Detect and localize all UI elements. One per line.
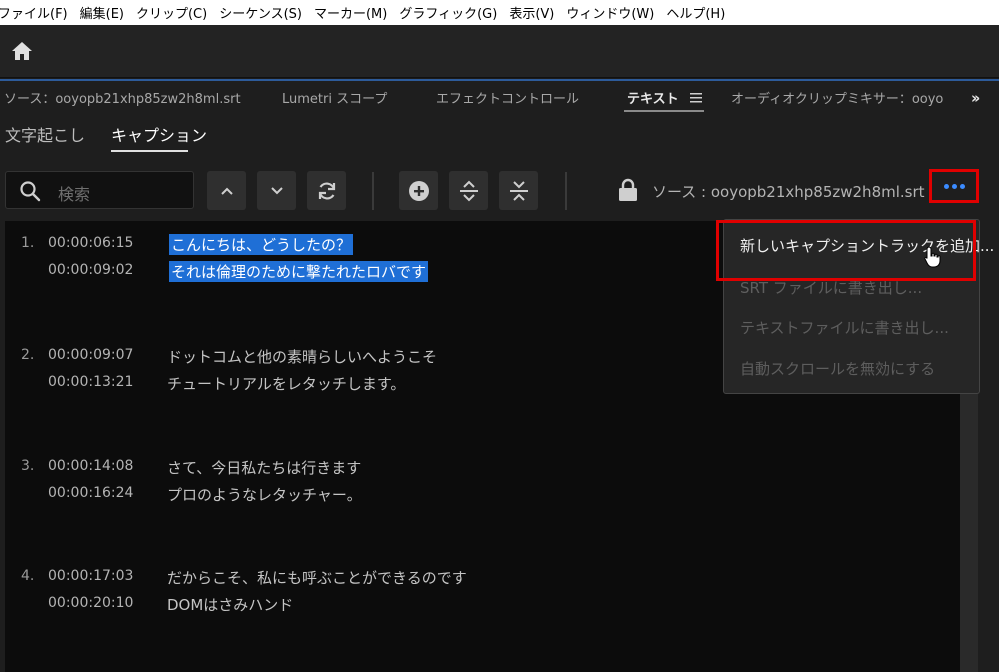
caption-out-time[interactable]: 00:00:20:10 xyxy=(48,595,133,611)
menu-marker[interactable]: マーカー(M) xyxy=(308,3,393,22)
menu-view[interactable]: 表示(V) xyxy=(503,3,560,22)
caption-in-time[interactable]: 00:00:06:15 xyxy=(48,235,133,251)
active-tab-indicator xyxy=(624,110,704,112)
home-icon[interactable] xyxy=(10,39,34,63)
tab-lumetri-scopes[interactable]: Lumetri スコープ xyxy=(282,88,387,107)
more-options-button[interactable] xyxy=(929,169,979,203)
tab-transcription[interactable]: 文字起こし xyxy=(5,122,85,146)
caption-in-time[interactable]: 00:00:17:03 xyxy=(48,568,133,584)
hand-cursor-icon xyxy=(924,246,941,268)
caption-out-time[interactable]: 00:00:16:24 xyxy=(48,485,133,501)
panel-tab-bar: ソース：ooyopb21xhp85zw2h8ml.srt Lumetri スコー… xyxy=(0,81,999,111)
refresh-icon xyxy=(318,182,335,199)
caption-in-time[interactable]: 00:00:09:07 xyxy=(48,347,133,363)
tab-text[interactable]: テキスト xyxy=(627,88,679,107)
caption-number: 4. xyxy=(21,568,35,584)
caption-text-line[interactable]: チュートリアルをレタッチします。 xyxy=(167,373,405,394)
menu-graphics[interactable]: グラフィック(G) xyxy=(393,3,503,22)
menu-item-disable-autoscroll: 自動スクロールを無効にする xyxy=(740,360,936,378)
caption-number: 2. xyxy=(21,347,35,363)
split-icon xyxy=(459,180,478,201)
tab-overflow-icon[interactable]: ›› xyxy=(971,89,981,107)
tab-audio-clip-mixer[interactable]: オーディオクリップミキサー：ooyo xyxy=(731,88,943,107)
caption-text-line[interactable]: ドットコムと他の素晴らしいへようこそ xyxy=(167,346,437,367)
caption-number: 3. xyxy=(21,458,35,474)
previous-button[interactable] xyxy=(207,171,246,210)
toolbar-divider xyxy=(372,172,374,210)
refresh-button[interactable] xyxy=(307,171,346,210)
caption-number: 1. xyxy=(21,235,35,251)
tab-captions[interactable]: キャプション xyxy=(111,122,207,146)
caption-text-line[interactable]: それは倫理のために撃たれたロバです xyxy=(169,261,429,282)
tab-source[interactable]: ソース：ooyopb21xhp85zw2h8ml.srt xyxy=(4,88,241,107)
merge-icon xyxy=(509,180,528,201)
caption-out-time[interactable]: 00:00:13:21 xyxy=(48,374,133,390)
menu-bar: ファイル(F) 編集(E) クリップ(C) シーケンス(S) マーカー(M) グ… xyxy=(0,0,999,25)
menu-help[interactable]: ヘルプ(H) xyxy=(660,3,731,22)
search-field[interactable]: 検索 xyxy=(5,171,194,209)
caption-out-time[interactable]: 00:00:09:02 xyxy=(48,262,133,278)
caption-text-line[interactable]: さて、今日私たちは行きます xyxy=(167,457,361,478)
chevron-up-icon xyxy=(220,187,233,195)
caption-in-time[interactable]: 00:00:14:08 xyxy=(48,458,133,474)
menu-clip[interactable]: クリップ(C) xyxy=(130,3,213,22)
search-icon xyxy=(20,181,41,202)
caption-text-line[interactable]: こんにちは、どうしたの？ xyxy=(169,234,354,255)
toolbar-divider xyxy=(565,172,567,210)
split-caption-button[interactable] xyxy=(449,171,488,210)
chevron-down-icon xyxy=(270,186,283,194)
menu-window[interactable]: ウィンドウ(W) xyxy=(560,3,660,22)
caption-text-line[interactable]: DOMはさみハンド xyxy=(167,594,293,615)
caption-text-line[interactable]: だからこそ、私にも呼ぶことができるのです xyxy=(167,567,467,588)
merge-caption-button[interactable] xyxy=(499,171,538,210)
header-bar xyxy=(0,25,999,78)
caption-text-line[interactable]: プロのようなレタッチャー。 xyxy=(167,484,362,505)
menu-file[interactable]: ファイル(F) xyxy=(0,3,74,22)
add-caption-button[interactable] xyxy=(399,171,438,210)
plus-circle-icon xyxy=(408,180,429,201)
lock-icon[interactable] xyxy=(617,178,639,202)
menu-edit[interactable]: 編集(E) xyxy=(74,3,130,22)
tab-effect-controls[interactable]: エフェクトコントロール xyxy=(436,88,579,107)
search-placeholder: 検索 xyxy=(58,185,91,204)
source-file-label: ソース : ooyopb21xhp85zw2h8ml.srt xyxy=(652,183,925,201)
menu-item-export-text: テキストファイルに書き出し... xyxy=(740,319,949,337)
menu-sequence[interactable]: シーケンス(S) xyxy=(213,3,308,22)
subtab-bar: 文字起こし キャプション xyxy=(0,113,999,153)
active-subtab-indicator xyxy=(111,150,188,152)
next-button[interactable] xyxy=(257,171,296,210)
more-horizontal-icon xyxy=(943,183,965,189)
panel-menu-icon[interactable] xyxy=(690,93,702,103)
